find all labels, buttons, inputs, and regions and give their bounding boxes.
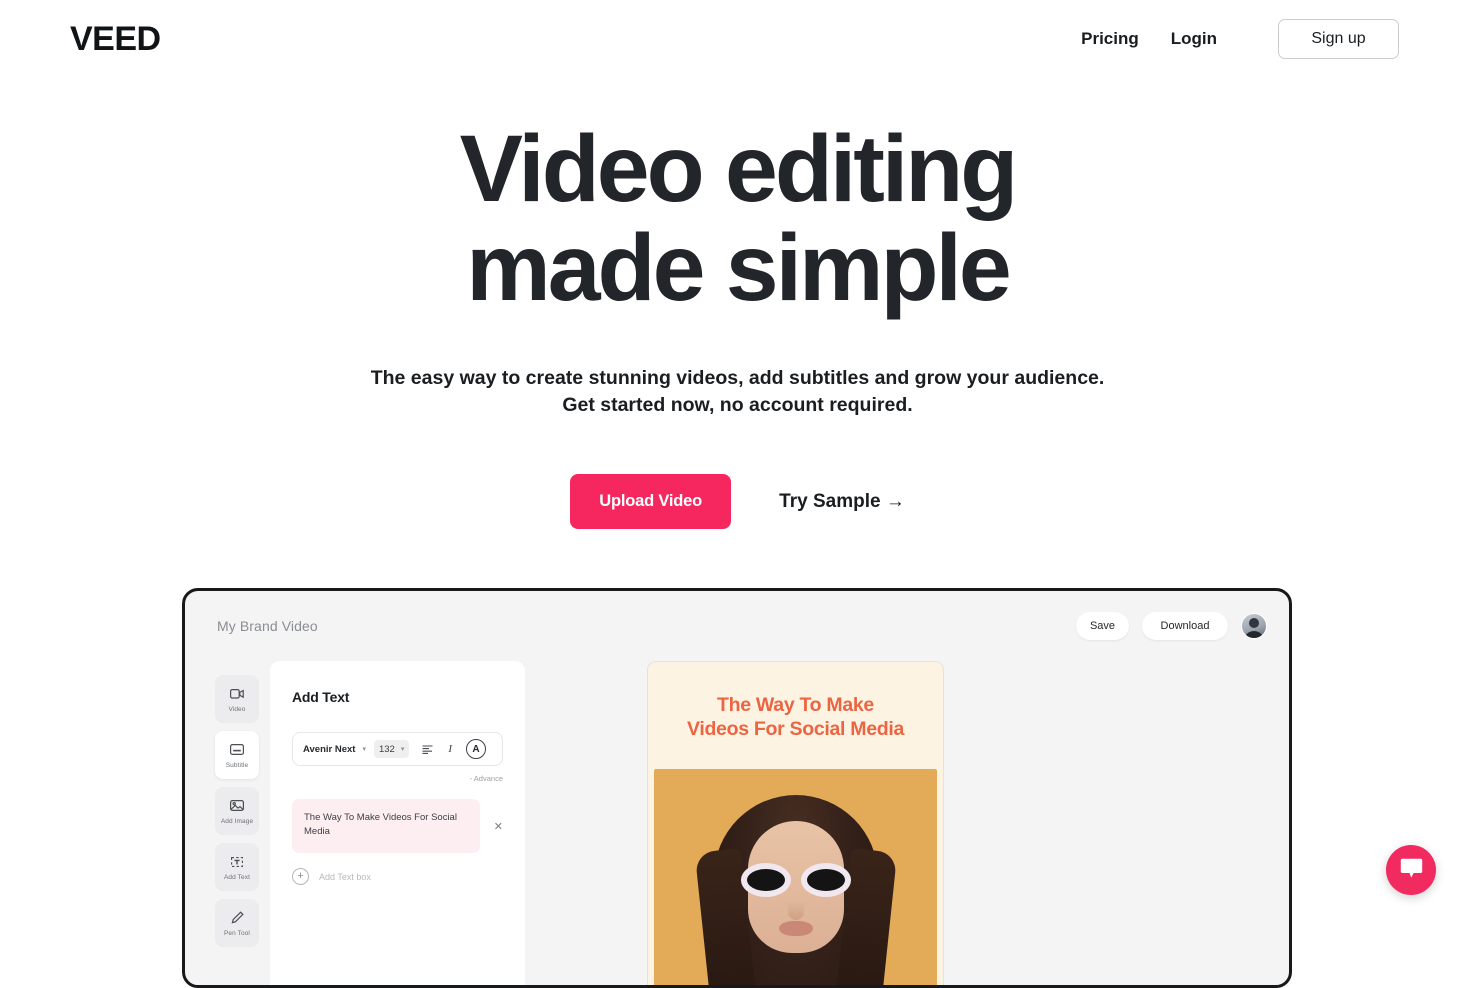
sidebar-item-add-image[interactable]: Add Image [215,787,259,835]
canvas-preview-wrap: The Way To Make Videos For Social Media … [647,661,944,985]
app-screenshot-mockup: My Brand Video Save Download Video Subti… [182,588,1292,988]
plus-icon: + [292,868,309,885]
canvas-headline-line-2: Videos For Social Media [686,717,905,740]
mockup-body: Video Subtitle Add Image Add Text Pen To… [185,661,1289,985]
editor-toolbar: Video Subtitle Add Image Add Text Pen To… [215,661,259,985]
subtitle-icon [230,742,244,758]
sign-up-button[interactable]: Sign up [1278,19,1399,59]
sunglasses-lens-left [740,862,791,897]
canvas-headline: The Way To Make Videos For Social Media [648,662,943,742]
video-canvas[interactable]: The Way To Make Videos For Social Media … [647,661,944,985]
nav-links-group: Pricing Login Sign up [1065,19,1399,59]
sunglasses-lens-right [800,862,851,897]
hero-subtitle: The easy way to create stunning videos, … [370,366,1105,417]
sidebar-item-add-text[interactable]: Add Text [215,843,259,891]
avatar[interactable] [1241,613,1267,639]
canvas-headline-line-1: The Way To Make [717,694,874,716]
text-color-icon[interactable]: A [466,739,487,759]
add-text-panel: Add Text Avenir Next ▾ 132 ▾ I A - Advan… [270,661,525,985]
sidebar-item-label: Pen Tool [224,929,250,937]
add-text-box-button[interactable]: + Add Text box [292,868,503,885]
advance-link[interactable]: - Advance [292,774,503,783]
sidebar-item-label: Add Text [224,873,250,881]
person-nose [787,901,804,920]
hero-title-line-1: Video editing [459,116,1019,222]
hero-cta-row: Upload Video Try Sample → [0,474,1475,529]
chevron-down-icon: ▾ [400,746,405,753]
sidebar-item-label: Add Image [220,817,254,825]
save-button[interactable]: Save [1076,612,1129,640]
nav-link-pricing[interactable]: Pricing [1065,29,1155,49]
font-family-value[interactable]: Avenir Next [303,744,355,755]
try-sample-link[interactable]: Try Sample → [779,491,905,513]
add-text-box-label: Add Text box [319,871,371,882]
video-frame-photo: subtitles appear here automatically as t… [654,768,937,985]
nav-link-login[interactable]: Login [1155,29,1233,49]
sidebar-item-video[interactable]: Video [215,675,259,723]
sidebar-item-label: Video [228,705,246,713]
hero-title-line-2: made simple [466,214,1012,321]
text-format-toolbar: Avenir Next ▾ 132 ▾ I A [292,732,503,766]
image-icon [230,798,244,814]
sunglasses-icon [740,862,851,897]
hero-section: Video editing made simple The easy way t… [0,120,1475,420]
chat-bubble-icon [1400,858,1423,882]
text-box-icon [230,854,244,870]
panel-title: Add Text [292,689,350,705]
font-size-select[interactable]: 132 ▾ [373,740,410,758]
font-size-value: 132 [378,743,395,755]
veed-logo[interactable]: VEED [70,22,161,56]
project-title: My Brand Video [217,618,318,634]
sidebar-item-subtitle[interactable]: Subtitle [215,731,259,779]
person-lips [778,920,813,936]
video-camera-icon [230,686,244,702]
mockup-topbar: My Brand Video Save Download [185,591,1289,661]
mockup-topbar-actions: Save Download [1076,612,1267,640]
sidebar-item-label: Subtitle [225,761,249,769]
top-navbar: VEED Pricing Login Sign up [0,0,1475,78]
page-title: Video editing made simple [0,120,1475,318]
close-icon[interactable]: ✕ [494,820,503,833]
chat-widget-button[interactable] [1386,845,1436,895]
italic-icon[interactable]: I [448,743,452,755]
align-left-icon[interactable] [422,744,433,754]
text-item-row: The Way To Make Videos For Social Media … [292,799,503,853]
pen-icon [231,910,244,926]
chevron-down-icon[interactable]: ▾ [362,745,366,753]
sidebar-item-pen-tool[interactable]: Pen Tool [215,899,259,947]
text-input[interactable]: The Way To Make Videos For Social Media [292,799,480,853]
download-button[interactable]: Download [1142,612,1228,640]
upload-video-button[interactable]: Upload Video [570,474,732,529]
